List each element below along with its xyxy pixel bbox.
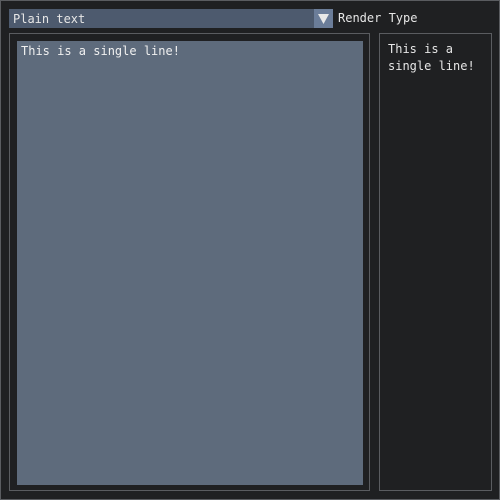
preview-panel: This is a single line!	[379, 33, 492, 491]
triangle-down-icon	[318, 13, 329, 24]
editor-panel: This is a single line!	[9, 33, 370, 491]
render-type-dropdown[interactable]: Plain text	[9, 9, 333, 28]
preview-text: This is a single line!	[388, 42, 475, 73]
text-editor[interactable]: This is a single line!	[17, 41, 363, 485]
main-window: Plain text Render Type This is a single …	[0, 0, 500, 500]
dropdown-arrow-icon[interactable]	[314, 9, 333, 28]
render-type-value: Plain text	[13, 11, 86, 26]
render-type-label: Render Type	[338, 11, 418, 25]
